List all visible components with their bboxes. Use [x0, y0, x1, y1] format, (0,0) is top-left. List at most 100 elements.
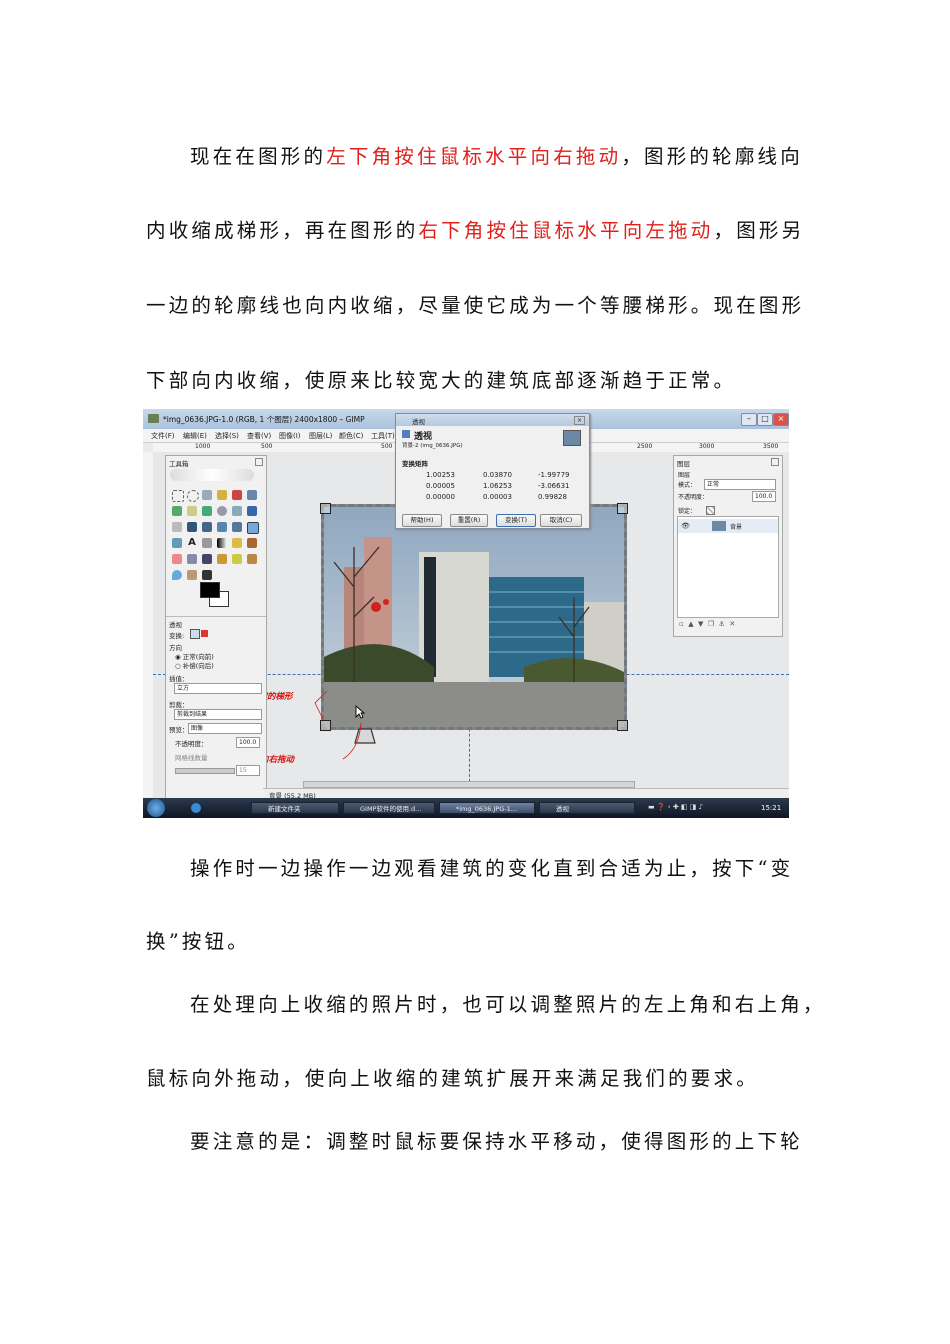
menu-file[interactable]: 文件(F)	[151, 431, 175, 441]
pencil-tool-icon[interactable]	[232, 538, 242, 548]
ruler-tick: 500	[381, 443, 393, 450]
shear-tool-icon[interactable]	[232, 522, 242, 532]
transform-label: 变换:	[169, 632, 185, 640]
mode-select[interactable]: 正常	[704, 479, 776, 490]
text-tool-icon[interactable]: A	[187, 538, 197, 548]
lasso-tool-icon[interactable]	[202, 490, 212, 500]
layers-title: 图层	[677, 460, 690, 468]
perspective-tool-icon[interactable]	[247, 522, 259, 534]
preview-label: 预览：	[169, 726, 189, 734]
highlight-text: 左下角按住鼠标水平向右拖动	[326, 145, 622, 168]
paintbrush-tool-icon[interactable]	[247, 538, 257, 548]
fuzzy-select-tool-icon[interactable]	[217, 490, 227, 500]
cancel-button[interactable]: 取消(C)	[540, 514, 582, 527]
color-picker-tool-icon[interactable]	[202, 506, 212, 516]
corner-handle-top-left[interactable]	[320, 503, 331, 514]
blend-tool-icon[interactable]	[217, 538, 227, 548]
heal-tool-icon[interactable]	[232, 554, 242, 564]
window-title: *img_0636.JPG-1.0 (RGB, 1 个图层) 2400x1800…	[163, 415, 365, 424]
eraser-tool-icon[interactable]	[172, 554, 182, 564]
zoom-tool-icon[interactable]	[217, 506, 227, 516]
blur-tool-icon[interactable]	[172, 570, 182, 580]
scale-tool-icon[interactable]	[217, 522, 227, 532]
new-layer-icon[interactable]: ▫	[679, 620, 684, 628]
options-divider	[166, 616, 266, 617]
transform-button[interactable]: 变换(T)	[496, 514, 536, 527]
grid-slider[interactable]	[175, 768, 235, 774]
transform-selection-icon[interactable]	[201, 630, 208, 637]
eye-icon[interactable]: 👁	[681, 522, 690, 530]
gimp-screenshot: *img_0636.JPG-1.0 (RGB, 1 个图层) 2400x1800…	[143, 409, 789, 818]
move-tool-icon[interactable]	[247, 506, 257, 516]
ruler-tick: 3500	[763, 443, 779, 450]
duplicate-layer-icon[interactable]: ❐	[708, 620, 714, 628]
lower-layer-icon[interactable]: ▼	[698, 620, 703, 628]
menu-select[interactable]: 选择(S)	[215, 431, 239, 441]
flip-tool-icon[interactable]	[172, 538, 182, 548]
menu-layer[interactable]: 图层(L)	[309, 431, 332, 441]
minimize-button[interactable]: –	[741, 413, 757, 426]
tb-opacity-value[interactable]: 100.0	[236, 737, 260, 748]
layer-opacity-value[interactable]: 100.0	[752, 491, 776, 502]
corner-handle-top-right[interactable]	[617, 503, 628, 514]
paths-tool-icon[interactable]	[187, 506, 197, 516]
reset-button[interactable]: 重置(R)	[450, 514, 488, 527]
delete-layer-icon[interactable]: ✕	[729, 620, 735, 628]
dodge-burn-tool-icon[interactable]	[202, 570, 212, 580]
fg-bg-colors[interactable]	[200, 582, 230, 607]
tray-icons: ▬ ❓ ‹ ✚ ◧ ◨ ♪	[648, 803, 704, 811]
interp-select[interactable]: 立方	[174, 683, 262, 694]
start-button[interactable]	[147, 799, 165, 817]
crop-tool-icon[interactable]	[187, 522, 197, 532]
layers-close-icon[interactable]	[771, 458, 779, 466]
menu-image[interactable]: 图像(I)	[279, 431, 301, 441]
menu-tools[interactable]: 工具(T)	[371, 431, 395, 441]
align-tool-icon[interactable]	[172, 522, 182, 532]
dialog-subheading: 背景-2 (img_0636.JPG)	[402, 443, 463, 449]
foreground-color-swatch[interactable]	[200, 582, 220, 598]
measure-tool-icon[interactable]	[232, 506, 242, 516]
taskbar-item-perspective[interactable]: 透视	[539, 802, 635, 814]
toolbox-close-icon[interactable]	[255, 458, 263, 466]
clone-tool-icon[interactable]	[217, 554, 227, 564]
lock-alpha-icon[interactable]	[706, 506, 715, 515]
ruler-tick: 1000	[195, 443, 211, 450]
clip-select[interactable]: 剪裁到结果	[174, 709, 262, 720]
menu-colors[interactable]: 颜色(C)	[339, 431, 363, 441]
help-button[interactable]: 帮助(H)	[402, 514, 442, 527]
menu-edit[interactable]: 编辑(E)	[183, 431, 207, 441]
preview-select[interactable]: 图像	[188, 723, 262, 734]
taskbar-item-folder[interactable]: 新建文件夹	[251, 802, 339, 814]
layer-row[interactable]: 👁 背景	[678, 519, 778, 533]
rect-select-tool-icon[interactable]	[172, 490, 184, 502]
ellipse-select-tool-icon[interactable]	[187, 490, 199, 502]
transform-layer-icon[interactable]	[190, 629, 200, 639]
foreground-select-tool-icon[interactable]	[172, 506, 182, 516]
taskbar-item-doc[interactable]: GIMP软件的使用.d...	[343, 802, 435, 814]
color-select-tool-icon[interactable]	[232, 490, 242, 500]
rotate-tool-icon[interactable]	[202, 522, 212, 532]
grid-count-value[interactable]: 15	[236, 765, 260, 776]
smudge-tool-icon[interactable]	[187, 570, 197, 580]
ie-icon[interactable]	[191, 803, 201, 813]
horizontal-scrollbar[interactable]	[303, 781, 635, 788]
layer-opacity-label: 不透明度：	[678, 494, 709, 501]
scissors-tool-icon[interactable]	[247, 490, 257, 500]
network-icon[interactable]: ✚	[673, 803, 679, 811]
raise-layer-icon[interactable]: ▲	[688, 620, 693, 628]
dialog-close-icon[interactable]: ×	[574, 416, 585, 425]
anchor-layer-icon[interactable]: ⚓	[719, 620, 725, 628]
perspective-clone-tool-icon[interactable]	[247, 554, 257, 564]
menu-view[interactable]: 查看(V)	[247, 431, 271, 441]
perspective-dialog: 透视 × 透视 背景-2 (img_0636.JPG) 变换矩阵 1.00253…	[395, 413, 590, 529]
help-icon[interactable]: ❓	[657, 803, 666, 811]
ink-tool-icon[interactable]	[202, 554, 212, 564]
airbrush-tool-icon[interactable]	[187, 554, 197, 564]
corner-handle-bottom-right[interactable]	[617, 720, 628, 731]
maximize-button[interactable]: □	[757, 413, 773, 426]
close-button[interactable]: ×	[773, 413, 789, 426]
bucket-fill-tool-icon[interactable]	[202, 538, 212, 548]
taskbar-item-gimp[interactable]: *img_0636.JPG-1...	[439, 802, 535, 814]
tb-opacity-label: 不透明度：	[175, 740, 208, 748]
direction-backward-radio[interactable]: ○ 补偿(向后)	[175, 660, 214, 670]
